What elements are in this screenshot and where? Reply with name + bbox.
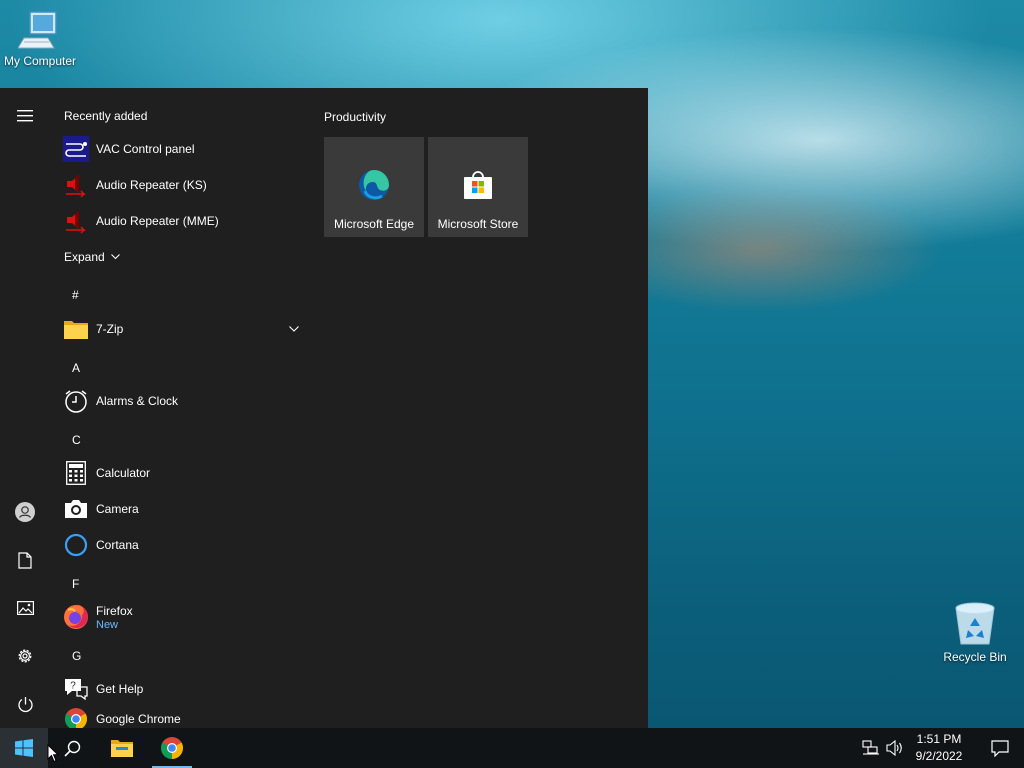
expand-button[interactable]: Expand (64, 250, 120, 264)
search-icon (63, 740, 80, 757)
cortana-icon (63, 532, 89, 558)
list-item-google-chrome[interactable]: Google Chrome (50, 701, 312, 728)
app-label: 7-Zip (96, 321, 124, 336)
file-explorer-icon (111, 740, 133, 757)
letter-header-a[interactable]: A (72, 361, 80, 375)
tile-group-title[interactable]: Productivity (324, 110, 386, 124)
folder-icon (63, 316, 89, 342)
start-rail (0, 88, 50, 728)
windows-logo-icon (15, 739, 33, 757)
svg-text:?: ? (70, 681, 76, 692)
list-item-audio-repeater-mme[interactable]: Audio Repeater (MME) (50, 203, 312, 239)
taskbar: 1:51 PM 9/2/2022 (0, 728, 1024, 768)
clock-time: 1:51 PM (916, 732, 962, 746)
notification-icon (991, 739, 1009, 757)
clock[interactable]: 1:51 PM 9/2/2022 (906, 731, 972, 765)
document-icon (18, 551, 32, 569)
app-list: Recently added VAC Control panel Audio R… (50, 88, 312, 728)
app-label: Camera (96, 501, 139, 516)
network-button[interactable] (858, 728, 884, 768)
speaker-icon (63, 208, 89, 234)
volume-button[interactable] (882, 728, 908, 768)
list-item-firefox[interactable]: Firefox New (50, 599, 312, 635)
desktop-icon-my-computer[interactable]: My Computer (0, 8, 80, 68)
new-badge: New (96, 618, 119, 631)
computer-icon (18, 11, 57, 49)
desktop-icon-recycle-bin[interactable]: Recycle Bin (935, 600, 1015, 664)
app-label: Calculator (96, 465, 151, 480)
camera-icon (63, 496, 89, 522)
app-label: Alarms & Clock (96, 393, 179, 408)
user-icon (15, 502, 35, 522)
power-icon (17, 696, 33, 712)
hamburger-menu-button[interactable] (0, 96, 50, 136)
clock-date: 9/2/2022 (915, 749, 963, 763)
app-label: VAC Control panel (96, 141, 195, 156)
volume-icon (886, 740, 902, 756)
taskbar-chrome[interactable] (148, 728, 196, 768)
firefox-icon (63, 604, 89, 630)
app-label: Google Chrome (96, 711, 181, 726)
action-center-button[interactable] (976, 728, 1024, 768)
app-label: Get Help (96, 681, 144, 696)
start-button[interactable] (0, 728, 48, 768)
list-item-7zip[interactable]: 7-Zip (50, 311, 312, 347)
taskbar-file-explorer[interactable] (98, 728, 146, 768)
pictures-button[interactable] (0, 588, 50, 628)
chevron-down-icon (110, 254, 120, 260)
app-label: Audio Repeater (MME) (96, 213, 219, 228)
alarm-clock-icon (63, 388, 89, 414)
account-button[interactable] (0, 492, 50, 532)
letter-header-hash[interactable]: # (72, 288, 79, 302)
list-item-camera[interactable]: Camera (50, 491, 312, 527)
settings-button[interactable] (0, 636, 50, 676)
get-help-icon: ? (63, 676, 89, 702)
search-button[interactable] (48, 728, 96, 768)
network-icon (862, 740, 879, 755)
tile-label: Microsoft Store (437, 217, 519, 231)
chevron-down-icon[interactable] (289, 326, 299, 332)
chrome-icon (161, 737, 183, 759)
tile-microsoft-edge[interactable]: Microsoft Edge (324, 137, 424, 237)
app-label: Firefox (96, 603, 133, 618)
power-button[interactable] (0, 684, 50, 724)
app-label: Audio Repeater (KS) (96, 177, 207, 192)
app-label: Cortana (96, 537, 139, 552)
tiles-area: Productivity Microsoft Edge Microsoft St… (312, 88, 648, 728)
calculator-icon (63, 460, 89, 486)
gear-icon (18, 649, 32, 663)
picture-icon (16, 601, 34, 615)
recently-added-heading: Recently added (64, 109, 148, 123)
list-item-vac-control-panel[interactable]: VAC Control panel (50, 131, 312, 167)
vac-control-icon (63, 136, 89, 162)
recycle-bin-icon (955, 602, 995, 645)
letter-header-f[interactable]: F (72, 577, 79, 591)
app-label-group: Firefox New (96, 604, 133, 631)
edge-icon (359, 170, 389, 200)
letter-header-c[interactable]: C (72, 433, 81, 447)
speaker-icon (63, 172, 89, 198)
tile-label: Microsoft Edge (333, 217, 415, 231)
list-item-alarms-clock[interactable]: Alarms & Clock (50, 383, 312, 419)
expand-label: Expand (64, 250, 105, 264)
desktop-icon-label: My Computer (3, 54, 77, 68)
list-item-cortana[interactable]: Cortana (50, 527, 312, 563)
store-icon (464, 171, 492, 199)
start-menu: Recently added VAC Control panel Audio R… (0, 88, 648, 728)
tile-microsoft-store[interactable]: Microsoft Store (428, 137, 528, 237)
list-item-calculator[interactable]: Calculator (50, 455, 312, 491)
letter-header-g[interactable]: G (72, 649, 81, 663)
list-item-audio-repeater-ks[interactable]: Audio Repeater (KS) (50, 167, 312, 203)
documents-button[interactable] (0, 540, 50, 580)
hamburger-icon (17, 110, 33, 122)
chrome-icon (63, 706, 89, 728)
desktop-icon-label: Recycle Bin (943, 650, 1007, 664)
